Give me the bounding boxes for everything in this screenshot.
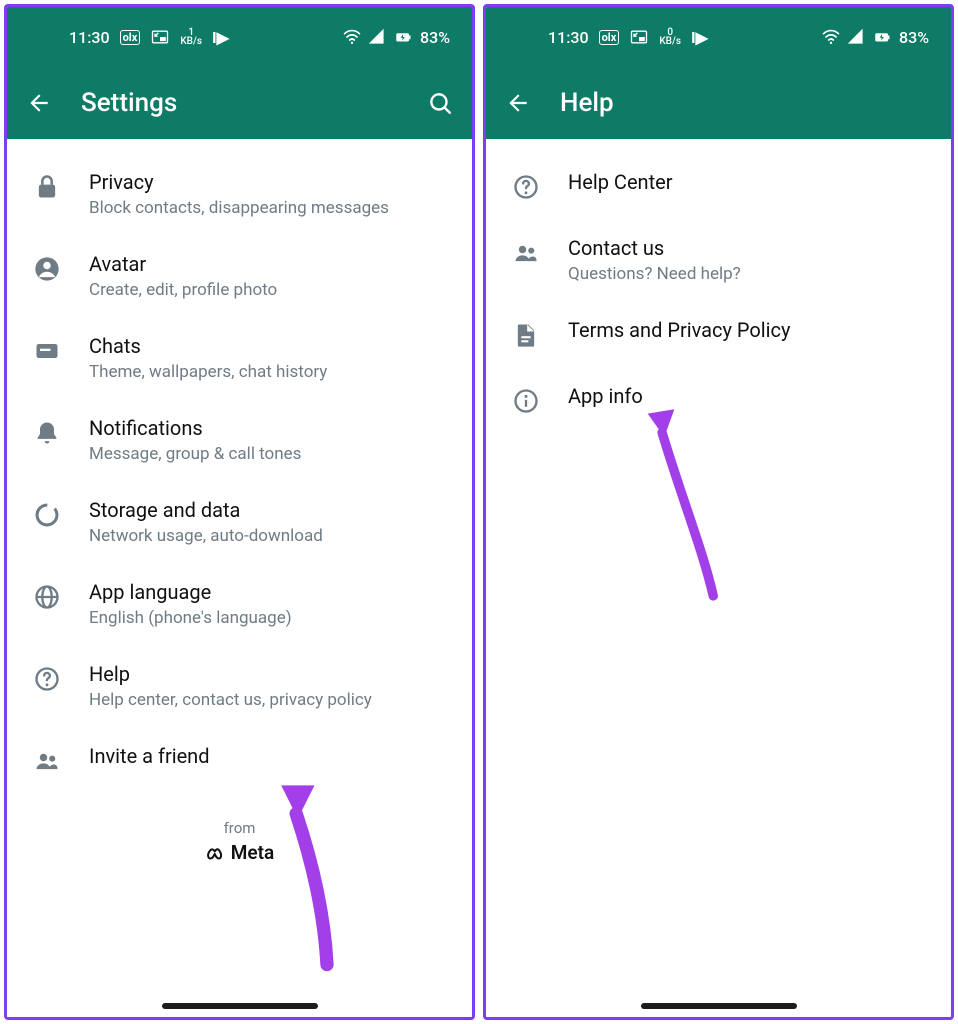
signal-icon [847,28,865,46]
list-item-terms-and-privacy-policy[interactable]: Terms and Privacy Policy [486,301,951,367]
phone-settings: 11:30 olx 1KB/s I▶ 83% Settings PrivacyB… [4,4,475,1020]
list-item-avatar[interactable]: AvatarCreate, edit, profile photo [7,235,472,317]
list-item-help-center[interactable]: Help Center [486,153,951,219]
list-item-chats[interactable]: ChatsTheme, wallpapers, chat history [7,317,472,399]
status-pip-icon [629,27,649,47]
status-net: 0KB/s [659,28,681,46]
item-title: Terms and Privacy Policy [568,317,933,343]
list-item-notifications[interactable]: NotificationsMessage, group & call tones [7,399,472,481]
wifi-icon [342,27,362,47]
item-subtitle: Message, group & call tones [89,443,454,465]
list-item-help[interactable]: HelpHelp center, contact us, privacy pol… [7,645,472,727]
settings-list: PrivacyBlock contacts, disappearing mess… [7,139,472,1017]
doc-icon [510,319,542,351]
list-item-app-language[interactable]: App languageEnglish (phone's language) [7,563,472,645]
back-button[interactable] [504,89,532,117]
battery-pct: 83% [420,28,450,47]
globe-icon [31,581,63,613]
battery-icon [871,28,893,46]
item-title: Contact us [568,235,933,261]
info-icon [510,385,542,417]
search-button[interactable] [426,89,454,117]
lock-icon [31,171,63,203]
list-item-invite-a-friend[interactable]: Invite a friend [7,727,472,793]
help-list: Help Center Contact usQuestions? Need hel… [486,139,951,1017]
signal-icon [368,28,386,46]
wifi-icon [821,27,841,47]
list-item-storage-and-data[interactable]: Storage and dataNetwork usage, auto-down… [7,481,472,563]
item-subtitle: English (phone's language) [89,607,454,629]
status-bar: 11:30 olx 1KB/s I▶ 83% [7,7,472,67]
item-subtitle: Network usage, auto-download [89,525,454,547]
battery-icon [392,28,414,46]
item-title: App info [568,383,933,409]
bell-icon [31,417,63,449]
item-title: Notifications [89,415,454,441]
status-id-icon: I▶ [212,28,229,47]
item-title: Help Center [568,169,933,195]
status-time: 11:30 [69,28,110,47]
list-item-app-info[interactable]: App info [486,367,951,433]
item-subtitle: Help center, contact us, privacy policy [89,689,454,711]
item-title: Invite a friend [89,743,454,769]
app-bar: Help [486,67,951,139]
item-title: Privacy [89,169,454,195]
page-title: Settings [81,88,398,118]
item-title: Help [89,661,454,687]
item-subtitle: Create, edit, profile photo [89,279,454,301]
status-net: 1KB/s [180,28,202,46]
people-icon [31,745,63,777]
gesture-bar[interactable] [641,1003,797,1009]
gesture-bar[interactable] [162,1003,318,1009]
status-bar: 11:30 olx 0KB/s I▶ 83% [486,7,951,67]
item-subtitle: Questions? Need help? [568,263,933,285]
help-icon [510,171,542,203]
avatar-icon [31,253,63,285]
list-item-privacy[interactable]: PrivacyBlock contacts, disappearing mess… [7,153,472,235]
people-icon [510,237,542,269]
help-icon [31,663,63,695]
battery-pct: 83% [899,28,929,47]
status-id-icon: I▶ [691,28,708,47]
status-pip-icon [150,27,170,47]
item-title: Chats [89,333,454,359]
meta-brand: Meta [7,841,472,864]
from-label: from [7,819,472,837]
data-icon [31,499,63,531]
chat-icon [31,335,63,367]
phone-help: 11:30 olx 0KB/s I▶ 83% Help Help Center C… [483,4,954,1020]
item-subtitle: Block contacts, disappearing messages [89,197,454,219]
item-title: Storage and data [89,497,454,523]
item-subtitle: Theme, wallpapers, chat history [89,361,454,383]
back-button[interactable] [25,89,53,117]
status-olx-icon: olx [120,30,141,45]
app-bar: Settings [7,67,472,139]
item-title: Avatar [89,251,454,277]
item-title: App language [89,579,454,605]
page-title: Help [560,88,933,118]
status-olx-icon: olx [599,30,620,45]
list-item-contact-us[interactable]: Contact usQuestions? Need help? [486,219,951,301]
status-time: 11:30 [548,28,589,47]
